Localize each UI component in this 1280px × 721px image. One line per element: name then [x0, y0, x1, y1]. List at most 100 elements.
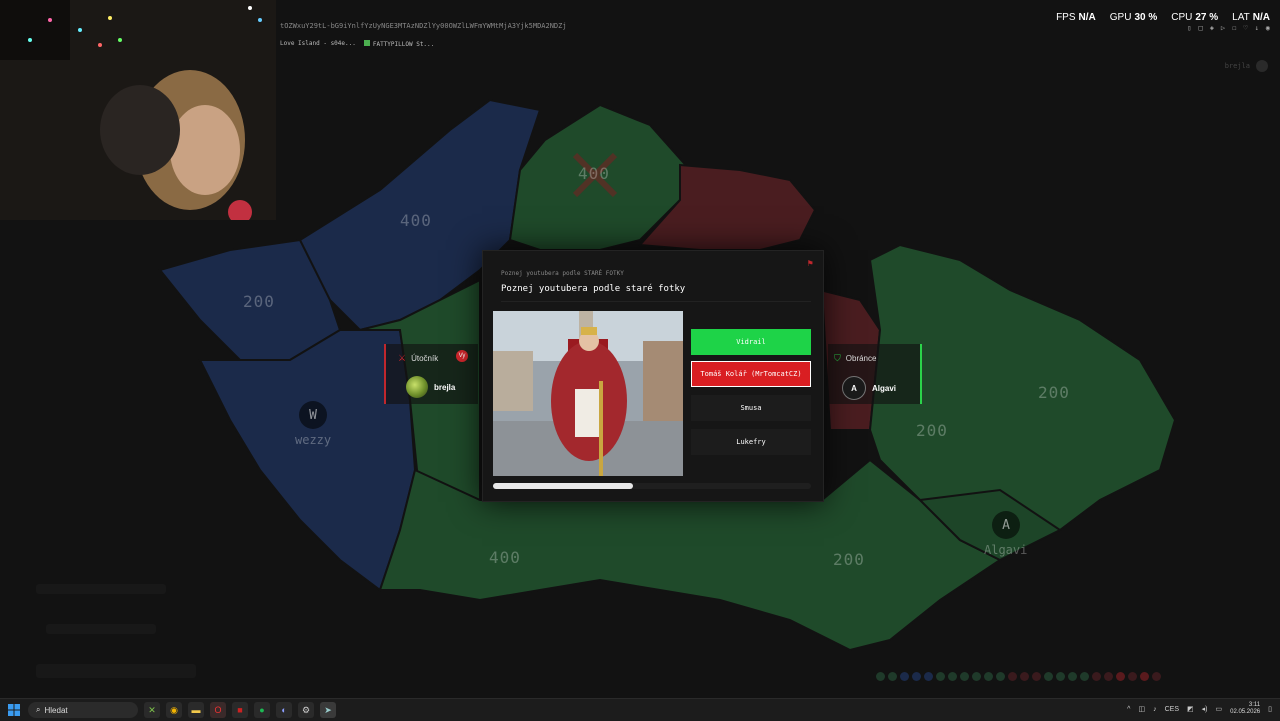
perf-value: 27 % [1195, 12, 1219, 23]
question-category: Poznej youtubera podle STARÉ FOTKY [501, 270, 624, 277]
defender-player-name: Algavi [872, 383, 897, 393]
tab-fattypillow[interactable]: FATTYPILLOW St... [363, 40, 435, 48]
sword-icon: ⚔ [398, 353, 407, 363]
heart-icon[interactable]: ♡ [1243, 24, 1247, 32]
perf-fps: FPS N/A [1056, 12, 1096, 23]
perf-overlay: FPS N/A GPU 30 % CPU 27 % LAT N/A [1056, 12, 1270, 23]
top-user[interactable]: brejla [1225, 60, 1268, 72]
region-value-label: 200 [243, 292, 275, 311]
opera-icon[interactable]: O [210, 702, 226, 718]
browser-tabs: Love Island - s04e... FATTYPILLOW St... [280, 40, 434, 48]
player-dot [1044, 672, 1053, 681]
question-text: Poznej youtubera podle staré fotky [501, 284, 686, 294]
region-blue-south[interactable] [198, 329, 417, 592]
download-icon[interactable]: ↓ [1255, 24, 1259, 32]
player-dot [984, 672, 993, 681]
perf-label: LAT [1232, 12, 1250, 23]
steam-icon[interactable]: ➤ [320, 702, 336, 718]
xbox-icon[interactable]: ✕ [144, 702, 160, 718]
spotify-icon[interactable]: ● [254, 702, 270, 718]
perf-label: CPU [1171, 12, 1193, 23]
attacker-label: Útočník [411, 354, 439, 363]
answer-button-3[interactable]: Smusa [691, 395, 811, 421]
perf-value: N/A [1252, 12, 1270, 23]
bookmark-icon[interactable]: ☐ [1232, 24, 1236, 32]
defender-label: Obránce [845, 354, 877, 363]
answer-button-2[interactable]: Tomáš Kolář (MrTomcatCZ) [691, 361, 811, 387]
volume-icon[interactable]: ◂) [1202, 705, 1208, 713]
player-dot [1128, 672, 1137, 681]
mic-icon[interactable]: ♪ [1153, 706, 1157, 713]
browser-toolbar: ▯ □ ◈ ▷ ☐ ♡ ↓ ◉ [1187, 24, 1270, 32]
taskbar-apps: ✕ ◉ ▬ O ■ ● ◐ ⚙ ➤ [144, 702, 336, 718]
browser-url[interactable]: tOZWxuY29tL-bG9iYnlfYzUyNGE3MTAzNDZlYy00… [280, 22, 567, 30]
extension-icon[interactable]: ▯ [1187, 24, 1191, 32]
player-dot [888, 672, 897, 681]
notification-icon[interactable]: ▯ [1268, 705, 1272, 713]
player-dot [1152, 672, 1161, 681]
player-dot [996, 672, 1005, 681]
player-dot [924, 672, 933, 681]
question-modal: ⚑ Poznej youtubera podle STARÉ FOTKY Poz… [482, 250, 824, 502]
player-dot [876, 672, 885, 681]
shield-icon: ⛉ [834, 353, 841, 363]
player-dot [1056, 672, 1065, 681]
taskbar: ⌕ Hledat ✕ ◉ ▬ O ■ ● ◐ ⚙ ➤ ^ ◫ ♪ CES ◩ ◂… [0, 698, 1280, 721]
play-icon[interactable]: ▷ [1221, 24, 1225, 32]
player-name-algavi: Algavi [984, 543, 1028, 557]
player-dots [876, 672, 1161, 681]
answer-button-1[interactable]: Vidrail [691, 329, 811, 355]
question-photo [493, 311, 683, 476]
tab-label: FATTYPILLOW St... [372, 41, 435, 48]
region-value-label: 200 [1038, 383, 1070, 402]
player-dot [1032, 672, 1041, 681]
network-icon[interactable]: ◩ [1187, 705, 1194, 713]
answer-button-4[interactable]: Lukefry [691, 429, 811, 455]
windows-start-icon[interactable] [8, 704, 20, 716]
you-badge: Vy [456, 350, 468, 362]
keyboard-lang[interactable]: CES [1165, 706, 1179, 713]
answer-list: Vidrail Tomáš Kolář (MrTomcatCZ) Smusa L… [691, 329, 811, 461]
tray-app-icon[interactable]: ◫ [1138, 705, 1145, 713]
player-dot [948, 672, 957, 681]
timer-progress [493, 483, 811, 489]
region-value-label: 400 [578, 164, 610, 183]
perf-gpu: GPU 30 % [1110, 12, 1157, 23]
clock-time: 3:11 [1248, 702, 1261, 708]
player-dot [1068, 672, 1077, 681]
settings-icon[interactable]: ⚙ [298, 702, 314, 718]
clock[interactable]: 3:11 02.05.2026 [1230, 702, 1260, 716]
perf-label: GPU [1109, 12, 1132, 23]
tab-love-island[interactable]: Love Island - s04e... [280, 40, 356, 48]
search-placeholder: Hledat [44, 705, 68, 715]
report-flag-icon[interactable]: ⚑ [808, 259, 813, 269]
chrome-icon[interactable]: ◉ [166, 702, 182, 718]
player-dot [960, 672, 969, 681]
tab-favicon-icon [363, 40, 370, 46]
taskbar-search[interactable]: ⌕ Hledat [28, 702, 138, 718]
attacker-player-name: brejla [434, 382, 456, 392]
old-photo-image [493, 311, 683, 476]
chat-ghost-line [36, 584, 166, 594]
tray-chevron-icon[interactable]: ^ [1127, 706, 1130, 713]
shield-icon[interactable]: ◈ [1210, 24, 1214, 32]
player-dot [1116, 672, 1125, 681]
attacker-card: ⚔ Útočník Vy brejla [384, 344, 478, 404]
clock-date: 02.05.2026 [1230, 709, 1261, 715]
folder-icon[interactable]: ▬ [188, 702, 204, 718]
discord-icon[interactable]: ◐ [276, 702, 292, 718]
player-dot [936, 672, 945, 681]
window-icon[interactable]: □ [1198, 24, 1202, 32]
battery-icon[interactable]: ▭ [1215, 705, 1222, 713]
player-dot [1092, 672, 1101, 681]
app-red-icon[interactable]: ■ [232, 702, 248, 718]
perf-label: FPS [1056, 12, 1076, 23]
timer-progress-fill [493, 483, 633, 489]
player-token-wezzy: W [299, 401, 327, 429]
player-name-wezzy: wezzy [295, 433, 332, 447]
profile-icon[interactable]: ◉ [1266, 24, 1270, 32]
player-dot [1008, 672, 1017, 681]
perf-cpu: CPU 27 % [1171, 12, 1218, 23]
search-icon: ⌕ [36, 705, 41, 714]
webcam-image [0, 0, 276, 220]
